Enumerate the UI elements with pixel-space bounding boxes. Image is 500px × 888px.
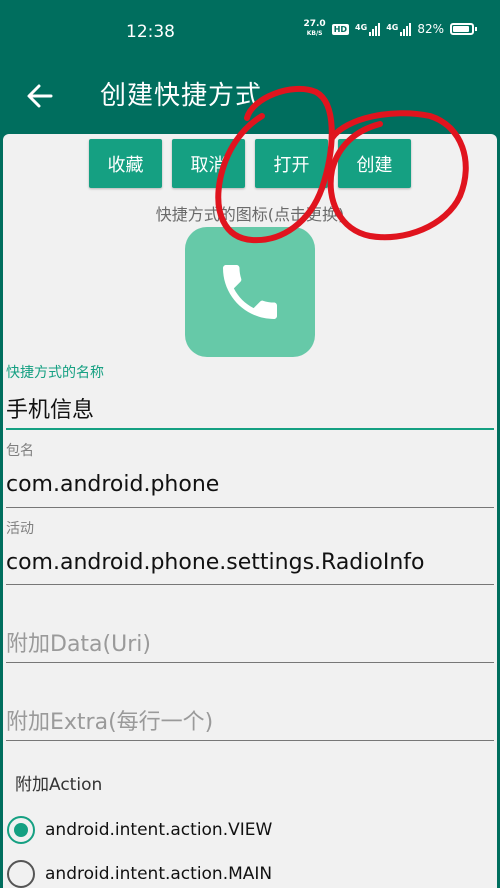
shortcut-name-field[interactable]: 快捷方式的名称 手机信息 <box>6 362 494 432</box>
network-speed-unit: KB/S <box>306 30 323 37</box>
hd-badge: HD <box>331 23 350 35</box>
activity-field[interactable]: 活动 com.android.phone.settings.RadioInfo <box>6 518 494 588</box>
shortcut-name-label: 快捷方式的名称 <box>6 365 104 381</box>
open-button[interactable]: 打开 <box>255 139 328 188</box>
data-uri-field[interactable]: 附加Data(Uri) <box>6 614 494 664</box>
signal-icon-2: 4G <box>386 22 412 36</box>
back-button[interactable] <box>20 76 60 116</box>
package-field[interactable]: 包名 com.android.phone <box>6 440 494 510</box>
radio-checked-icon[interactable] <box>7 816 35 844</box>
activity-underline <box>6 584 494 585</box>
shortcut-name-underline <box>6 428 494 430</box>
icon-hint: 快捷方式的图标(点击更换) <box>155 205 345 224</box>
arrow-left-icon <box>27 84 53 108</box>
toolbar: 创建快捷方式 <box>0 62 500 130</box>
battery-percent: 82% <box>417 22 444 36</box>
shortcut-name-value[interactable]: 手机信息 <box>6 392 94 424</box>
extra-placeholder[interactable]: 附加Extra(每行一个) <box>6 704 213 736</box>
network-speed-value: 27.0 <box>303 19 326 29</box>
page-title: 创建快捷方式 <box>100 81 263 111</box>
shortcut-icon-button[interactable] <box>185 227 315 357</box>
action-option-label: android.intent.action.VIEW <box>45 820 273 840</box>
package-underline <box>6 507 494 508</box>
signal-icon-1: 4G <box>355 22 381 36</box>
create-button[interactable]: 创建 <box>338 139 411 188</box>
status-bar: 12:38 27.0 KB/S HD 4G 4G 82% <box>0 0 500 62</box>
status-icons: 27.0 KB/S HD 4G 4G 82% <box>303 20 477 38</box>
extra-underline <box>6 740 494 741</box>
extra-field[interactable]: 附加Extra(每行一个) <box>6 692 494 742</box>
radio-unchecked-icon[interactable] <box>7 860 35 888</box>
action-option-view[interactable]: android.intent.action.VIEW <box>7 812 407 848</box>
action-section-label: 附加Action <box>15 775 103 795</box>
phone-icon <box>223 265 277 319</box>
activity-label: 活动 <box>6 521 34 537</box>
signal-1-label: 4G <box>355 22 368 32</box>
package-value[interactable]: com.android.phone <box>6 472 219 497</box>
data-uri-underline <box>6 662 494 663</box>
cancel-button[interactable]: 取消 <box>172 139 245 188</box>
status-time: 12:38 <box>126 22 175 42</box>
activity-value[interactable]: com.android.phone.settings.RadioInfo <box>6 550 424 575</box>
favorite-button[interactable]: 收藏 <box>89 139 162 188</box>
signal-2-label: 4G <box>386 22 399 32</box>
action-option-main[interactable]: android.intent.action.MAIN <box>7 856 407 888</box>
shortcut-form: 收藏 取消 打开 创建 快捷方式的图标(点击更换) 快捷方式的名称 手机信息 包… <box>3 134 497 888</box>
battery-icon <box>450 23 477 35</box>
data-uri-placeholder[interactable]: 附加Data(Uri) <box>6 626 151 658</box>
action-option-label: android.intent.action.MAIN <box>45 864 273 884</box>
network-speed: 27.0 KB/S <box>303 20 325 38</box>
package-label: 包名 <box>6 443 34 459</box>
